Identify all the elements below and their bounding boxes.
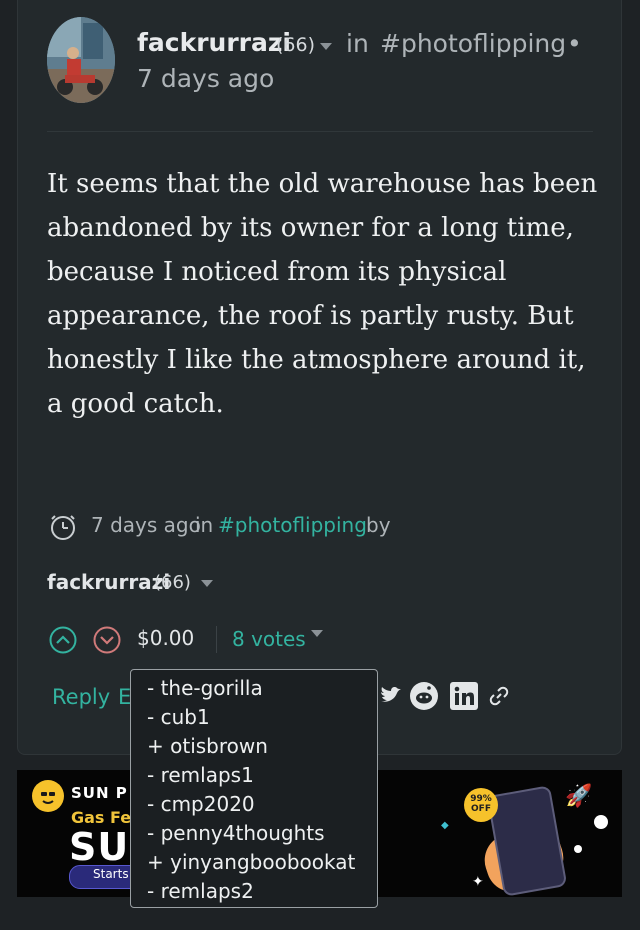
caret-down-icon[interactable]: [311, 630, 323, 637]
sparkle-icon: ◆: [441, 820, 449, 831]
banner-brand: SUN P: [71, 784, 128, 802]
voter-item: + yinyangboobookat: [147, 850, 356, 874]
voter-item: - penny4thoughts: [147, 821, 325, 845]
voters-tooltip: - the-gorilla - cub1 + otisbrown - remla…: [130, 669, 378, 908]
post-author[interactable]: fackrurrazi: [137, 28, 291, 57]
footer-reputation: (66): [154, 572, 191, 593]
author-avatar[interactable]: [47, 17, 115, 103]
rocket-icon: 🚀: [565, 784, 593, 809]
post-time: 7 days ago: [137, 64, 275, 93]
header-divider: [47, 131, 593, 132]
footer-community-link[interactable]: #photoflipping: [218, 513, 367, 537]
voter-item: - cmp2020: [147, 792, 255, 816]
discount-badge: 99% OFF: [464, 788, 498, 822]
community-prefix: in: [346, 29, 369, 58]
post-body: It seems that the old warehouse has been…: [47, 169, 598, 419]
upvote-icon[interactable]: [49, 626, 77, 654]
banner-headline: SU: [69, 825, 130, 869]
twitter-icon[interactable]: [376, 681, 404, 709]
separator-dot: •: [567, 29, 582, 58]
payout-value[interactable]: $0.00: [137, 626, 194, 650]
author-reputation: (66): [276, 34, 316, 56]
carousel-dot[interactable]: [574, 845, 582, 853]
caret-down-icon[interactable]: [201, 580, 213, 587]
banner-cta-label: Starts: [93, 867, 129, 881]
voter-item: - remlaps2: [147, 879, 254, 903]
reddit-icon[interactable]: [409, 681, 439, 711]
link-icon[interactable]: [487, 684, 511, 708]
carousel-dot[interactable]: [594, 815, 608, 829]
clock-icon: [51, 515, 75, 540]
sparkle-icon: ✦: [472, 874, 484, 890]
reply-link[interactable]: Reply: [52, 685, 110, 709]
voter-item: - remlaps1: [147, 763, 254, 787]
votes-count[interactable]: 8 votes: [232, 627, 306, 651]
voter-item: + otisbrown: [147, 734, 268, 758]
community-link[interactable]: #photoflipping: [380, 29, 566, 58]
footer-time: 7 days ago: [91, 513, 201, 537]
footer-in: in: [195, 513, 214, 537]
vote-separator: [216, 626, 217, 653]
brand-logo: [32, 780, 64, 812]
downvote-icon[interactable]: [93, 626, 121, 654]
footer-author[interactable]: fackrurrazi: [47, 570, 170, 594]
voter-item: - the-gorilla: [147, 676, 263, 700]
voter-item: - cub1: [147, 705, 210, 729]
caret-down-icon[interactable]: [320, 43, 332, 50]
linkedin-icon[interactable]: [449, 681, 479, 711]
footer-by: by: [366, 513, 391, 537]
